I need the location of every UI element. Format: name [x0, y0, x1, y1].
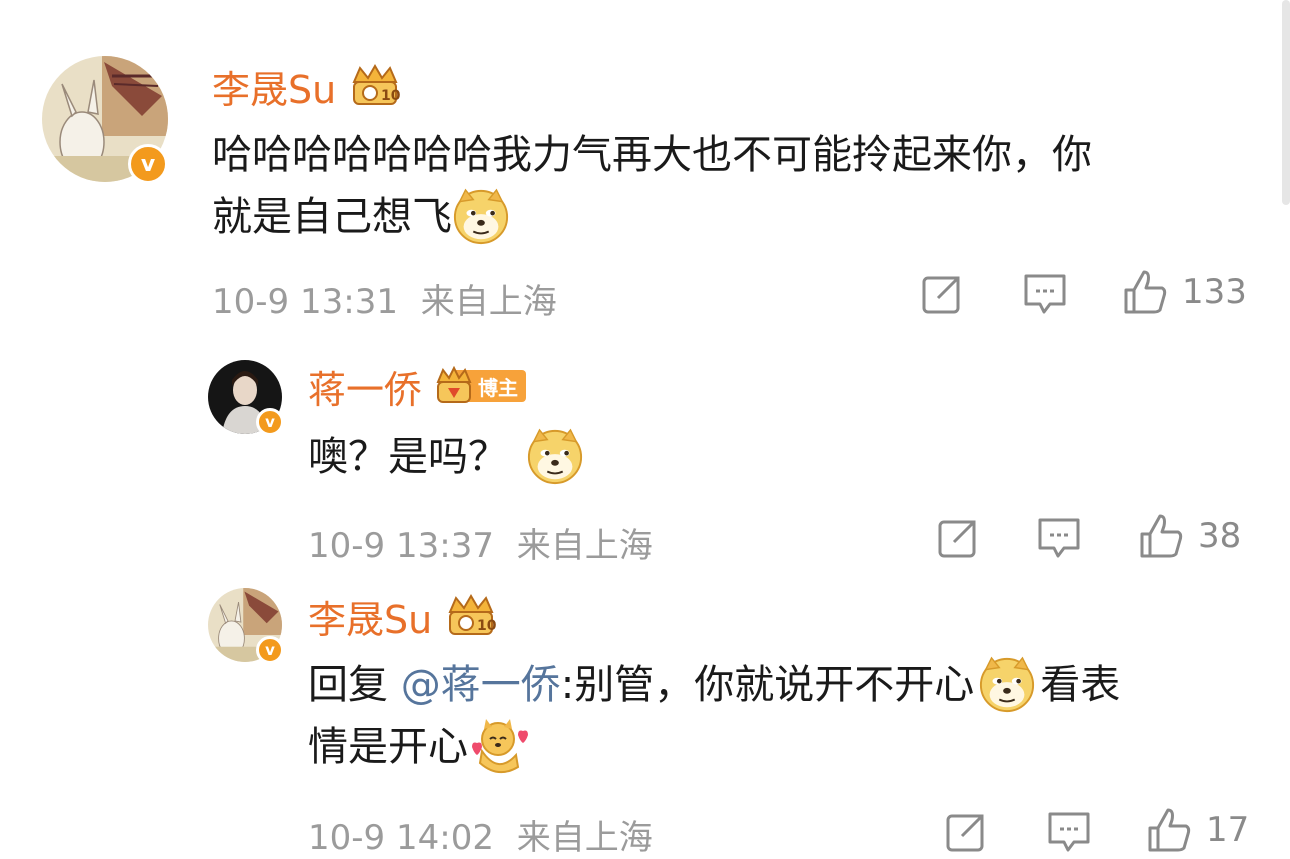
comment-button[interactable]	[1022, 272, 1068, 316]
avatar[interactable]: v	[42, 56, 168, 184]
comment-button[interactable]	[1036, 516, 1082, 560]
author-name[interactable]: 蒋一侨	[308, 359, 422, 414]
comment-button[interactable]	[1046, 810, 1092, 854]
doge-emoji	[980, 656, 1035, 713]
verified-v-icon: v	[256, 636, 284, 664]
repost-icon	[922, 276, 960, 314]
like-icon	[1140, 514, 1183, 558]
comment-icon	[1048, 812, 1090, 852]
like-count: 133	[1182, 272, 1247, 312]
author-row: 李晟Su 10	[212, 60, 402, 112]
author-name[interactable]: 李晟Su	[308, 589, 432, 644]
like-count: 38	[1198, 516, 1242, 556]
meta-row: 10-9 14:02 来自上海	[308, 810, 653, 859]
heart-doge-emoji	[472, 719, 528, 774]
author-name[interactable]: 李晟Su	[212, 59, 336, 114]
comment-text-line-1: 噢？是吗？	[308, 434, 508, 480]
verified-v-icon: v	[256, 408, 284, 436]
comment-text-line-2: 情是开心	[308, 724, 468, 770]
author-row: 李晟Su 10	[308, 590, 498, 642]
comment-icon	[1024, 274, 1066, 314]
timestamp: 10-9 13:31	[212, 282, 398, 322]
like-count: 17	[1206, 810, 1250, 850]
repost-icon	[946, 814, 984, 852]
svg-text:10: 10	[381, 88, 401, 104]
avatar[interactable]: v	[208, 360, 284, 436]
like-icon	[1124, 270, 1167, 314]
author-row: 蒋一侨 博主	[308, 359, 527, 414]
comment-icon	[1038, 518, 1080, 558]
doge-emoji	[453, 188, 509, 245]
mention-link[interactable]: @蒋一侨	[401, 654, 561, 716]
repost-button[interactable]	[920, 272, 964, 316]
comment-text-line-1-end: 看表	[1040, 662, 1121, 708]
timestamp: 10-9 14:02	[308, 818, 494, 858]
location: 来自上海	[516, 818, 653, 858]
crown-member-icon[interactable]	[434, 366, 474, 406]
location: 来自上海	[420, 282, 557, 322]
comment-text-line-1: 哈哈哈哈哈哈哈我力气再大也不可能拎起来你，你	[212, 132, 1092, 178]
like-button[interactable]: 38	[1138, 512, 1241, 560]
repost-button[interactable]	[944, 810, 988, 854]
timestamp: 10-9 13:37	[308, 526, 494, 566]
comment-text-line-2: 就是自己想飞	[212, 194, 452, 240]
scrollbar[interactable]	[1282, 0, 1290, 205]
comment-text: 哈哈哈哈哈哈哈我力气再大也不可能拎起来你，你 就是自己想飞	[212, 124, 1252, 248]
svg-text:10: 10	[477, 618, 497, 634]
like-button[interactable]: 133	[1122, 268, 1247, 316]
meta-row: 10-9 13:31 来自上海	[212, 274, 557, 323]
repost-button[interactable]	[936, 516, 980, 560]
comment-text: 噢？是吗？	[308, 426, 584, 488]
verified-v-icon: v	[128, 144, 168, 184]
doge-emoji	[527, 428, 583, 485]
crown-member-icon[interactable]: 10	[348, 64, 402, 108]
meta-row: 10-9 13:37 来自上海	[308, 518, 653, 567]
comment-text: 回复 @蒋一侨 :别管，你就说开不开心 看表 情是开心	[308, 654, 1248, 778]
reply-prefix: 回复	[308, 662, 401, 708]
repost-icon	[938, 520, 976, 558]
avatar[interactable]: v	[208, 588, 284, 664]
crown-member-icon[interactable]: 10	[444, 594, 498, 638]
comment-text-line-1: :别管，你就说开不开心	[560, 662, 975, 708]
location: 来自上海	[516, 526, 653, 566]
